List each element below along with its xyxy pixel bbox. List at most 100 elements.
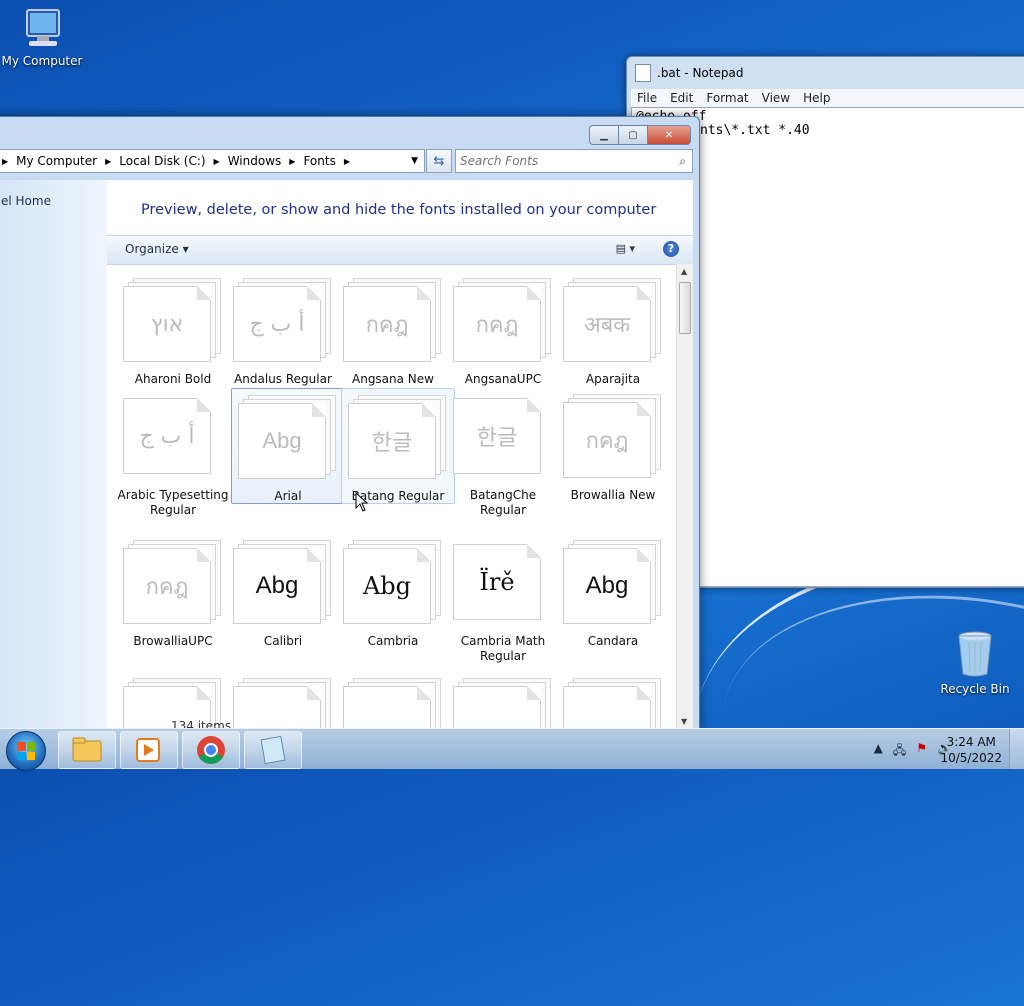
navigation-pane: el Home	[0, 180, 107, 729]
font-tile[interactable]: Ïrě Cambria Math Regular	[447, 534, 559, 664]
organize-label: Organize	[125, 242, 179, 256]
recycle-bin-icon	[955, 630, 995, 678]
font-sample: Abg	[362, 572, 412, 600]
chevron-down-icon[interactable]: ▼	[411, 156, 418, 166]
scroll-down-icon[interactable]: ▼	[681, 717, 687, 726]
view-icon: ▤	[615, 242, 626, 255]
font-tile[interactable]	[447, 672, 559, 729]
notepad-title-bar[interactable]: .bat - Notepad	[627, 57, 1024, 89]
menu-edit[interactable]: Edit	[670, 91, 693, 105]
view-options-button[interactable]: ▤ ▾	[616, 242, 635, 255]
breadcrumb-fonts[interactable]: Fonts	[303, 154, 335, 168]
menu-format[interactable]: Format	[706, 91, 748, 105]
font-name: AngsanaUPC	[464, 372, 542, 386]
breadcrumb-local-disk[interactable]: Local Disk (C:)	[119, 154, 205, 168]
font-preview: กคฎ	[343, 278, 443, 362]
font-name: Cambria Math Regular	[460, 634, 546, 663]
chevron-right-icon[interactable]: ▶	[2, 157, 8, 166]
taskbar-chrome-button[interactable]	[182, 731, 240, 769]
font-tile[interactable]: אוץ Aharoni Bold	[117, 272, 229, 387]
menu-help[interactable]: Help	[803, 91, 830, 105]
refresh-icon: ⇆	[433, 153, 445, 169]
explorer-icon	[72, 737, 102, 762]
font-preview	[343, 678, 443, 729]
font-preview: 한글	[348, 395, 448, 479]
font-tile[interactable]: กคฎ AngsanaUPC	[447, 272, 559, 387]
chevron-right-icon[interactable]: ▶	[289, 157, 295, 166]
control-panel-home-link[interactable]: el Home	[1, 194, 51, 208]
menu-file[interactable]: File	[637, 91, 657, 105]
menu-view[interactable]: View	[762, 91, 790, 105]
desktop-icon-label: My Computer	[1, 54, 83, 68]
vertical-scrollbar[interactable]: ▲ ▼	[676, 264, 693, 729]
address-bar[interactable]: ▶ My Computer ▶ Local Disk (C:) ▶ Window…	[0, 149, 425, 173]
network-icon[interactable]: 🖧	[893, 741, 906, 762]
font-name: Arabic Typesetting Regular	[117, 488, 229, 517]
maximize-button[interactable]: ▢	[618, 125, 648, 145]
font-tile[interactable]	[337, 672, 449, 729]
font-tile[interactable]: กคฎ Angsana New	[337, 272, 449, 387]
font-tile[interactable]: أ ب ج Andalus Regular	[227, 272, 339, 387]
organize-button[interactable]: Organize ▾	[125, 242, 189, 256]
notepad-icon	[260, 735, 286, 765]
font-tile[interactable]: กคฎ BrowalliaUPC	[117, 534, 229, 649]
font-name: Andalus Regular	[234, 372, 332, 386]
taskbar-explorer-button[interactable]	[58, 731, 116, 769]
font-tile[interactable]: กคฎ Browallia New	[557, 388, 669, 503]
refresh-button[interactable]: ⇆	[426, 149, 452, 173]
font-tile[interactable]: أ ب ج Arabic Typesetting Regular	[117, 388, 229, 518]
window-controls: ▁ ▢ ✕	[589, 125, 691, 145]
show-desktop-button[interactable]	[1009, 729, 1024, 769]
font-tile[interactable]: Abg Calibri	[227, 534, 339, 649]
font-preview: Abg	[563, 540, 663, 624]
fonts-grid: אוץ Aharoni Bold أ ب ج Andalus Regular ก…	[107, 264, 677, 729]
font-name: BatangChe Regular	[469, 488, 537, 517]
command-bar: Organize ▾ ▤ ▾ ?	[107, 235, 693, 265]
taskbar-media-player-button[interactable]	[120, 731, 178, 769]
font-tile-selected[interactable]: Abg Arial	[231, 388, 345, 504]
clock[interactable]: 3:24 AM 10/5/2022	[940, 734, 1002, 766]
scroll-up-icon[interactable]: ▲	[681, 267, 687, 276]
font-tile[interactable]: Abg Candara	[557, 534, 669, 649]
search-icon[interactable]: ⌕	[679, 154, 686, 169]
help-icon[interactable]: ?	[663, 241, 679, 257]
font-tile[interactable]	[557, 672, 669, 729]
search-input[interactable]	[456, 153, 662, 169]
close-button[interactable]: ✕	[647, 125, 691, 145]
page-heading: Preview, delete, or show and hide the fo…	[141, 202, 657, 218]
font-preview: אוץ	[123, 278, 223, 362]
font-tile[interactable]: 한글 BatangChe Regular	[447, 388, 559, 518]
font-sample: Abg	[262, 428, 302, 453]
font-sample: 한글	[476, 426, 518, 451]
chevron-right-icon[interactable]: ▶	[344, 157, 350, 166]
chevron-right-icon[interactable]: ▶	[214, 157, 220, 166]
desktop-icon-my-computer[interactable]: My Computer	[0, 8, 84, 68]
font-sample: กคฎ	[475, 312, 519, 338]
address-row: ▶ My Computer ▶ Local Disk (C:) ▶ Window…	[0, 149, 693, 173]
notepad-title: .bat - Notepad	[657, 66, 744, 80]
font-preview	[563, 678, 663, 729]
font-sample: أ ب ج	[249, 311, 305, 337]
font-tile-hover[interactable]: 한글 Batang Regular	[341, 388, 455, 504]
notepad-menu-bar: File Edit Format View Help	[631, 89, 1024, 107]
clock-date: 10/5/2022	[940, 751, 1002, 765]
font-tile[interactable]	[227, 672, 339, 729]
minimize-button[interactable]: ▁	[589, 125, 619, 145]
font-tile[interactable]: Abg Cambria	[337, 534, 449, 649]
show-hidden-icons-icon[interactable]: ▲	[874, 741, 883, 762]
font-preview: กคฎ	[563, 394, 663, 478]
scrollbar-thumb[interactable]	[679, 282, 691, 334]
start-button[interactable]	[6, 731, 46, 771]
font-name: Cambria	[367, 634, 419, 648]
desktop-icon-recycle-bin[interactable]: Recycle Bin	[933, 630, 1017, 696]
fonts-explorer-window[interactable]: ▁ ▢ ✕ ▶ My Computer ▶ Local Disk (C:) ▶ …	[0, 116, 700, 733]
chevron-right-icon[interactable]: ▶	[105, 157, 111, 166]
search-box[interactable]: ⌕	[455, 149, 693, 173]
action-center-icon[interactable]: ⚑	[916, 741, 927, 762]
taskbar-notepad-button[interactable]	[244, 731, 302, 769]
font-name: Aparajita	[585, 372, 641, 386]
font-preview: Abg	[343, 540, 443, 624]
font-tile[interactable]: अबक Aparajita	[557, 272, 669, 387]
breadcrumb-my-computer[interactable]: My Computer	[16, 154, 97, 168]
breadcrumb-windows[interactable]: Windows	[228, 154, 282, 168]
